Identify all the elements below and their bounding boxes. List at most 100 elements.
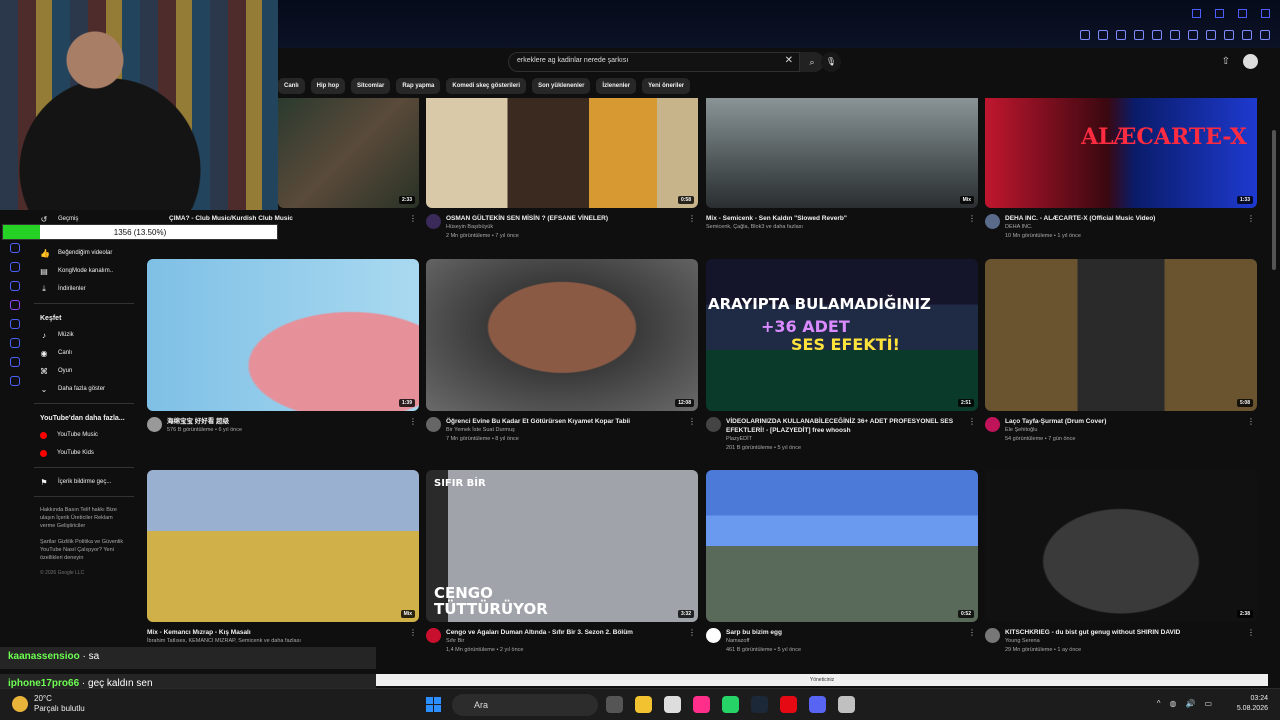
video-title[interactable]: Sarp bu bizim egg: [726, 628, 964, 637]
video-thumbnail[interactable]: 0:52: [706, 470, 978, 622]
channel-name[interactable]: DEHA INC.: [1005, 223, 1243, 232]
channel-avatar[interactable]: [147, 417, 162, 432]
video-title[interactable]: Mix - Semicenk - Sen Kaldın "Slowed Reve…: [706, 214, 964, 223]
channel-avatar[interactable]: [426, 417, 441, 432]
video-title[interactable]: 海绵宝宝 好好看 超级: [167, 417, 405, 426]
video-card[interactable]: ARAYIPTA BULAMADIĞINIZ +36 ADET SES EFEK…: [706, 259, 978, 453]
task-view-icon[interactable]: [606, 696, 623, 713]
sidebar-item-gaming[interactable]: ⌘ Oyun: [30, 362, 138, 380]
video-thumbnail[interactable]: SIFIR BİR CENGO TÜTTÜRÜYOR 3:32: [426, 470, 698, 622]
more-options-icon[interactable]: ⋮: [968, 417, 976, 426]
channel-name[interactable]: Bir Yemek İste Suat Durmuş: [446, 426, 684, 435]
video-thumbnail[interactable]: 2:38: [985, 470, 1257, 622]
channel-name[interactable]: Hüseyin Başıbüyük: [446, 223, 684, 232]
more-options-icon[interactable]: ⋮: [409, 417, 417, 426]
chip[interactable]: Hip hop: [310, 78, 345, 94]
video-card[interactable]: 12:08 Öğrenci Evine Bu Kadar Et Götürürs…: [426, 259, 698, 444]
extensions-icon[interactable]: [1188, 30, 1198, 40]
sidebar-item-liked[interactable]: 👍 Beğendiğim videolar: [30, 244, 138, 262]
start-button[interactable]: [426, 697, 441, 712]
video-title[interactable]: ÇIMA? - Club Music/Kurdish Club Music: [169, 214, 405, 223]
more-options-icon[interactable]: ⋮: [1247, 214, 1255, 223]
video-thumbnail[interactable]: 2:33: [278, 98, 419, 208]
more-options-icon[interactable]: ⋮: [968, 214, 976, 223]
channel-name[interactable]: Sıfır Bir: [446, 637, 684, 646]
netflix-icon[interactable]: [780, 696, 797, 713]
video-card[interactable]: Mix Mix - Semicenk - Sen Kaldın "Slowed …: [706, 98, 978, 232]
taskbar-search[interactable]: Ara: [452, 694, 598, 716]
clear-icon[interactable]: ✕: [785, 55, 793, 66]
tab-icon[interactable]: [1116, 30, 1126, 40]
chip[interactable]: Komedi skeç gösterileri: [446, 78, 527, 94]
search-box[interactable]: erkeklere ag kadinlar nerede şarkısı ✕: [508, 52, 800, 72]
video-title[interactable]: Laço Tayfa-Şurmat (Drum Cover): [1005, 417, 1243, 426]
more-options-icon[interactable]: ⋮: [688, 417, 696, 426]
sidebar-item-youtube-kids[interactable]: YouTube Kids: [30, 444, 138, 462]
account-avatar[interactable]: [1243, 54, 1258, 69]
close-icon[interactable]: [1261, 9, 1270, 18]
video-thumbnail[interactable]: 12:08: [426, 259, 698, 411]
chip[interactable]: Sitcomlar: [351, 78, 391, 94]
page-scrollbar[interactable]: [1272, 130, 1276, 270]
video-card[interactable]: SIFIR BİR CENGO TÜTTÜRÜYOR 3:32 Cengo ve…: [426, 470, 698, 655]
channel-avatar[interactable]: [706, 628, 721, 643]
browser-icon[interactable]: [693, 696, 710, 713]
zoom-icon[interactable]: [1080, 30, 1090, 40]
channel-name[interactable]: Semicenk, Çağla, Blok3 ve daha fazlası: [706, 223, 964, 232]
steam-icon[interactable]: [751, 696, 768, 713]
channel-name[interactable]: Ele Şehitoğlu: [1005, 426, 1243, 435]
channel-name[interactable]: Namazoff: [726, 637, 964, 646]
video-title[interactable]: Öğrenci Evine Bu Kadar Et Götürürsen Kıy…: [446, 417, 684, 426]
video-thumbnail[interactable]: ALÆCARTE-X 1:33: [985, 98, 1257, 208]
video-card[interactable]: 1:39 海绵宝宝 好好看 超级 576 B görüntüleme • 6 y…: [147, 259, 419, 435]
video-title[interactable]: KITSCHKRIEG - du bist gut genug without …: [1005, 628, 1243, 637]
rail-icon[interactable]: [10, 243, 20, 253]
more-options-icon[interactable]: ⋮: [1247, 417, 1255, 426]
video-title[interactable]: DEHA INC. - ALÆCARTE-X (Official Music V…: [1005, 214, 1243, 223]
rail-icon[interactable]: [10, 357, 20, 367]
footer-links[interactable]: Şartlar Gizlilik Politika ve Güvenlik Yo…: [30, 534, 138, 566]
maximize-icon[interactable]: [1238, 9, 1247, 18]
chip[interactable]: Yeni öneriler: [642, 78, 691, 94]
rail-icon[interactable]: [10, 338, 20, 348]
chip[interactable]: Rap yapma: [396, 78, 441, 94]
minimize-icon[interactable]: [1215, 9, 1224, 18]
video-card[interactable]: 0:58 OSMAN GÜLTEKİN SEN MİSİN ? (EFSANE …: [426, 98, 698, 241]
video-card[interactable]: 5:08 Laço Tayfa-Şurmat (Drum Cover) Ele …: [985, 259, 1257, 444]
app-icon[interactable]: [838, 696, 855, 713]
video-card[interactable]: ALÆCARTE-X 1:33 DEHA INC. - ALÆCARTE-X (…: [985, 98, 1257, 241]
video-thumbnail[interactable]: 1:39: [147, 259, 419, 411]
ai-icon[interactable]: [1242, 30, 1252, 40]
heart-icon[interactable]: [1170, 30, 1180, 40]
video-title[interactable]: OSMAN GÜLTEKİN SEN MİSİN ? (EFSANE VİNEL…: [446, 214, 684, 223]
settings-icon[interactable]: [10, 376, 20, 386]
chip[interactable]: İzlenenler: [596, 78, 637, 94]
upload-icon[interactable]: ⇧: [1222, 56, 1230, 67]
channel-avatar[interactable]: [985, 417, 1000, 432]
battery-icon[interactable]: ▭: [1204, 699, 1212, 708]
video-title[interactable]: Cengo ve Agaları Duman Altında - Sıfır B…: [446, 628, 684, 637]
channel-name[interactable]: İbrahim Tatlıses, KEMANCI MIZRAP, Semice…: [147, 637, 405, 646]
sidebar-item-live[interactable]: ◉ Canlı: [30, 344, 138, 362]
video-thumbnail[interactable]: 0:58: [426, 98, 698, 208]
video-thumbnail[interactable]: ARAYIPTA BULAMADIĞINIZ +36 ADET SES EFEK…: [706, 259, 978, 411]
video-card[interactable]: Mix Mix - Kemancı Mızrap - Kış Masalı İb…: [147, 470, 419, 646]
video-card[interactable]: 2:38 KITSCHKRIEG - du bist gut genug wit…: [985, 470, 1257, 655]
channel-avatar[interactable]: [985, 214, 1000, 229]
video-thumbnail[interactable]: Mix: [706, 98, 978, 208]
video-card[interactable]: 0:52 Sarp bu bizim egg Namazoff 461 B gö…: [706, 470, 978, 655]
play-icon[interactable]: [1152, 30, 1162, 40]
more-options-icon[interactable]: ⋮: [968, 628, 976, 637]
store-icon[interactable]: [664, 696, 681, 713]
channel-name[interactable]: PlazyEDİT: [726, 435, 964, 444]
sidebar-item-channel[interactable]: ▤ KongMode kanalım..: [30, 262, 138, 280]
channel-name[interactable]: Young Serena: [1005, 637, 1243, 646]
video-thumbnail[interactable]: 5:08: [985, 259, 1257, 411]
channel-avatar[interactable]: [426, 628, 441, 643]
video-title[interactable]: VİDEOLARINIZDA KULLANABİLECEĞİNİZ 36+ AD…: [726, 417, 964, 435]
channel-avatar[interactable]: [706, 417, 721, 432]
more-options-icon[interactable]: ⋮: [1247, 628, 1255, 637]
sidebar-item-downloads[interactable]: ⤓ İndirilenler: [30, 280, 138, 298]
twitch-icon[interactable]: [10, 300, 20, 310]
more-options-icon[interactable]: ⋮: [688, 214, 696, 223]
